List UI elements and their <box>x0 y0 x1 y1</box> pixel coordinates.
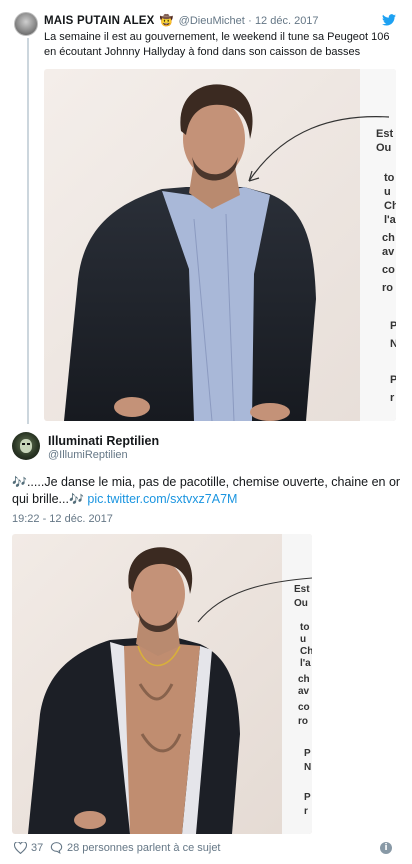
tweet-text: 🎶.....Je danse le mia, pas de pacotille,… <box>12 474 402 508</box>
photo-text-line: P <box>304 792 311 803</box>
quoted-author-name[interactable]: MAIS PUTAIN ALEX <box>44 15 155 27</box>
reptilian-face <box>20 439 32 453</box>
photo-text-line: u <box>300 634 306 645</box>
quoted-tweet-photo[interactable]: Est Ou to u Ch l'a ch av co ro P N P r <box>44 69 396 421</box>
photo-link[interactable]: pic.twitter.com/sxtvxz7A7M <box>87 492 237 506</box>
photo-text-line: Ou <box>376 142 391 154</box>
photo-text-line: P <box>304 748 311 759</box>
photo-text-line: P <box>390 320 396 332</box>
photo-text-line: Est <box>294 584 310 595</box>
photo-text-line: ch <box>298 674 310 685</box>
avatar-eye <box>27 443 30 445</box>
quoted-author-avatar[interactable] <box>14 12 38 36</box>
quoted-tweet[interactable]: MAIS PUTAIN ALEX 🤠 @DieuMichet · 12 déc.… <box>0 0 412 424</box>
music-notes-icon: 🎶 <box>12 475 27 489</box>
photo-text-line: N <box>304 762 311 773</box>
tweet-footer: 37 28 personnes parlent à ce sujet i <box>0 838 412 860</box>
quoted-tweet-text: La semaine il est au gouvernement, le we… <box>44 31 390 58</box>
photo-text-line: to <box>384 172 395 184</box>
photo-text-line: u <box>384 186 391 198</box>
photo-text-line: l'a <box>384 214 396 226</box>
photo-text-line: co <box>298 702 310 713</box>
photo-text-line: Ch <box>384 200 396 212</box>
photo-text-line: ch <box>382 232 395 244</box>
thread-line <box>27 38 29 424</box>
tweet-timestamp[interactable]: 19:22 - 12 déc. 2017 <box>12 513 113 525</box>
quoted-tweet-header: MAIS PUTAIN ALEX 🤠 @DieuMichet · 12 déc.… <box>44 14 319 27</box>
photo-text-line: co <box>382 264 395 276</box>
photo-text-line: Ch <box>300 646 312 657</box>
speech-bubble-icon[interactable] <box>50 841 63 854</box>
author-name[interactable]: Illuminati Reptilien <box>48 434 159 448</box>
photo-text-line: Ou <box>294 598 308 609</box>
photo-text-line: av <box>298 686 310 697</box>
tweet-photo[interactable]: Est Ou to u Ch l'a ch av co ro P N P r <box>12 534 312 834</box>
photo-text-line: r <box>304 806 308 817</box>
photo-text-line: r <box>390 392 395 404</box>
avatar-eye <box>22 443 25 445</box>
photo-text-line: l'a <box>300 658 311 669</box>
meta-separator: · <box>248 15 252 27</box>
music-notes-icon: 🎶 <box>68 492 84 506</box>
photo-text-line: to <box>300 622 309 633</box>
author-handle[interactable]: @IllumiReptilien <box>48 449 128 461</box>
photo-text-line: P <box>390 374 396 386</box>
info-icon[interactable]: i <box>380 842 392 854</box>
like-count[interactable]: 37 <box>31 842 43 854</box>
twitter-bird-icon[interactable] <box>382 14 396 26</box>
photo-text-line: Est <box>376 128 393 140</box>
author-avatar[interactable] <box>12 432 40 460</box>
cowboy-emoji: 🤠 <box>159 15 174 27</box>
conversation-count[interactable]: 28 personnes parlent à ce sujet <box>67 842 221 854</box>
photo-text-line: N <box>390 338 396 350</box>
photo-text-line: ro <box>298 716 308 727</box>
photo-text-line: ro <box>382 282 393 294</box>
quoted-author-handle[interactable]: @DieuMichet <box>179 15 245 27</box>
quoted-tweet-date[interactable]: 12 déc. 2017 <box>255 15 319 27</box>
photo-text-line: av <box>382 246 395 258</box>
heart-icon[interactable] <box>14 842 27 854</box>
